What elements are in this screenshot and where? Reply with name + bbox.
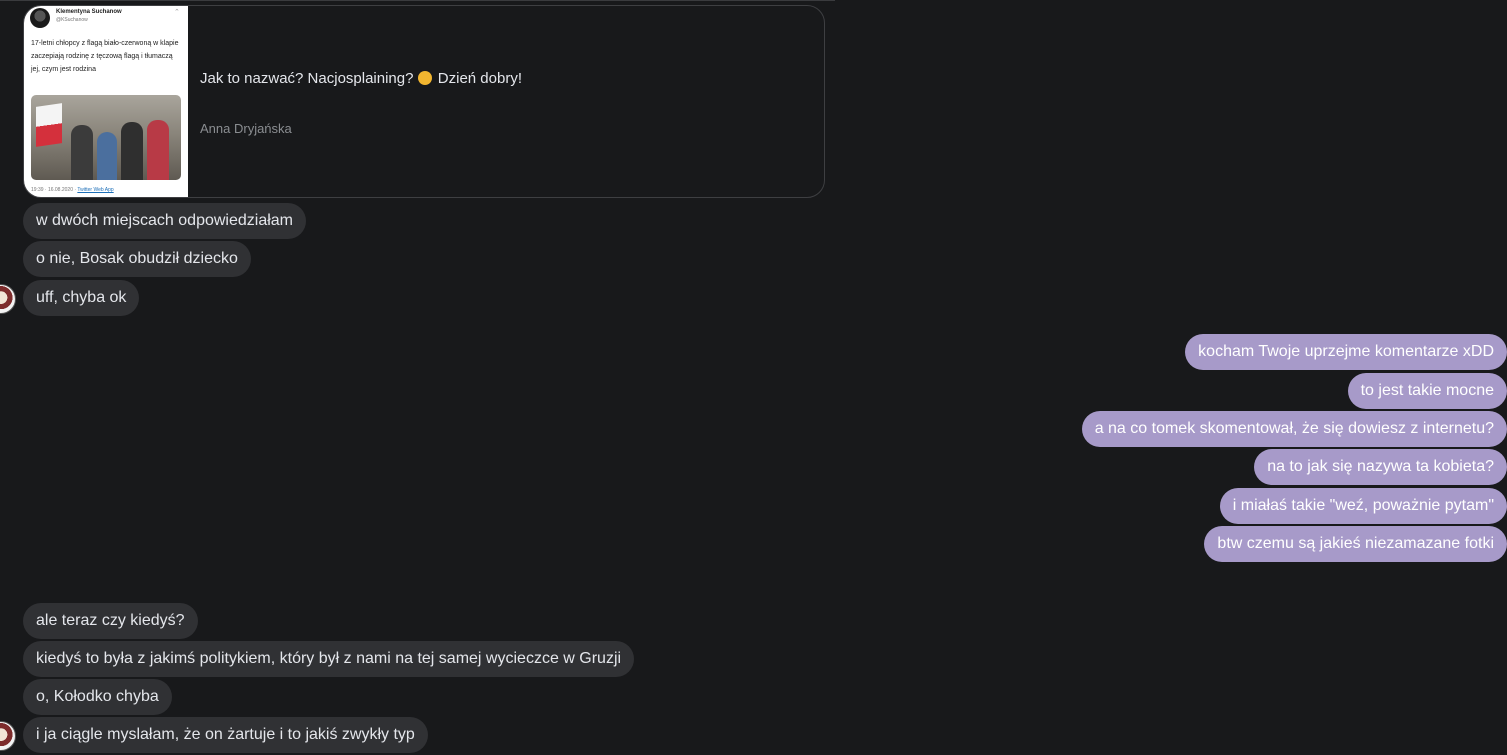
chat-thread: Klementyna Suchanow @KSuchanow ⌃ 17-letn… xyxy=(0,0,1507,755)
tweet-timestamp: 19:39 · 16.08.2020 · xyxy=(31,187,78,193)
photo-person xyxy=(71,125,93,180)
tweet-text: 17-letni chłopcy z flagą biało-czerwoną … xyxy=(31,40,179,73)
outgoing-message[interactable]: na to jak się nazywa ta kobieta? xyxy=(1254,449,1507,485)
incoming-message[interactable]: kiedyś to była z jakimś politykiem, któr… xyxy=(23,641,635,677)
outgoing-message[interactable]: i miałaś takie "weź, poważnie pytam" xyxy=(1219,488,1507,524)
link-preview-author: Anna Dryjańska xyxy=(200,121,292,136)
incoming-message[interactable]: o nie, Bosak obudził dziecko xyxy=(23,241,251,277)
link-preview-title-suffix: Dzień dobry! xyxy=(433,70,522,87)
outgoing-message[interactable]: btw czemu są jakieś niezamazane fotki xyxy=(1204,526,1507,562)
incoming-message[interactable]: i ja ciągle myslałam, że on żartuje i to… xyxy=(23,717,428,753)
avatar xyxy=(30,8,50,28)
photo-person xyxy=(147,120,169,180)
incoming-message[interactable]: w dwóch miejscach odpowiedziałam xyxy=(23,203,307,239)
tweet-app-link: Twitter Web App xyxy=(77,187,114,193)
incoming-message[interactable]: uff, chyba ok xyxy=(23,280,140,316)
photo-person xyxy=(97,132,117,180)
incoming-message[interactable]: ale teraz czy kiedyś? xyxy=(23,603,198,639)
tweet-author-handle: @KSuchanow xyxy=(56,17,88,23)
more-icon: ⌃ xyxy=(174,9,180,16)
link-preview-title-text: Jak to nazwać? Nacjosplaining? xyxy=(200,70,418,87)
divider xyxy=(0,0,835,1)
outgoing-message[interactable]: a na co tomek skomentował, że się dowies… xyxy=(1081,411,1507,447)
thinking-face-icon xyxy=(417,71,432,85)
link-preview-card[interactable]: Klementyna Suchanow @KSuchanow ⌃ 17-letn… xyxy=(23,5,825,198)
tweet-author-name: Klementyna Suchanow xyxy=(56,9,122,15)
avatar[interactable] xyxy=(0,721,16,751)
incoming-message[interactable]: o, Kołodko chyba xyxy=(23,679,172,715)
photo-person xyxy=(121,122,143,180)
outgoing-message[interactable]: kocham Twoje uprzejme komentarze xDD xyxy=(1185,334,1507,370)
flag-image xyxy=(36,103,62,147)
tweet-photo xyxy=(31,95,181,180)
link-preview-title: Jak to nazwać? Nacjosplaining? Dzień dob… xyxy=(200,70,522,87)
outgoing-message[interactable]: to jest takie mocne xyxy=(1347,373,1507,409)
tweet-screenshot-thumbnail: Klementyna Suchanow @KSuchanow ⌃ 17-letn… xyxy=(24,6,188,197)
avatar[interactable] xyxy=(0,284,16,314)
tweet-footer: 19:39 · 16.08.2020 · Twitter Web App xyxy=(31,187,114,193)
